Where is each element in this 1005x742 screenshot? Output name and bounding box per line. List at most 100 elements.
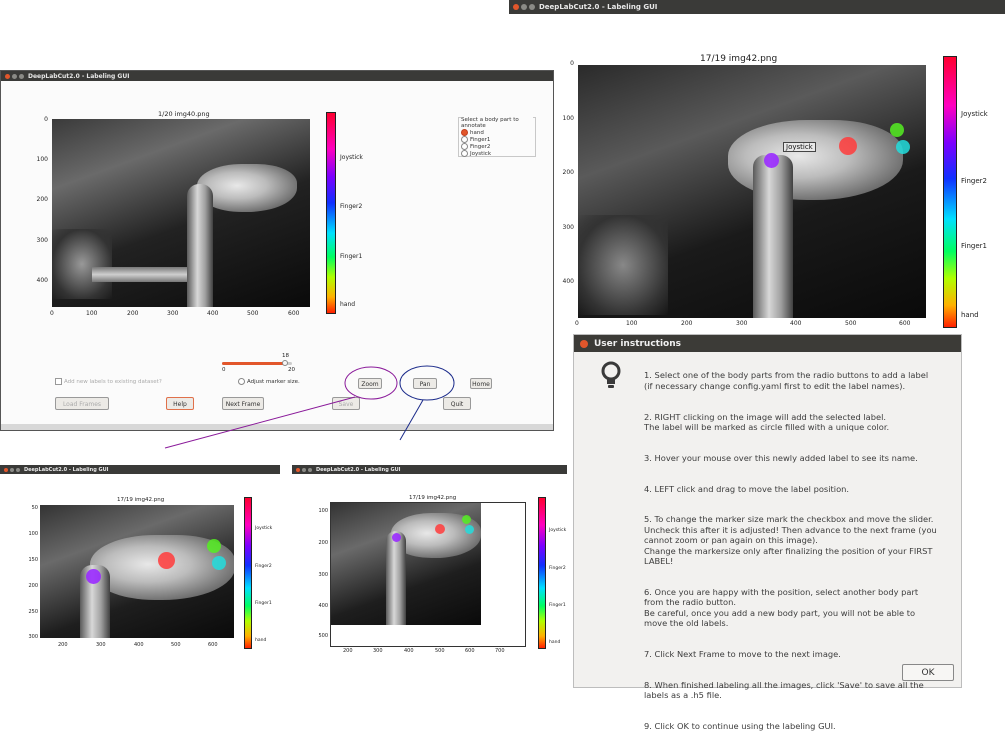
dialog-titlebar: User instructions — [574, 335, 961, 352]
instruction-item: 5. To change the marker size mark the ch… — [644, 514, 937, 567]
ytick: 100 — [28, 531, 38, 537]
close-icon[interactable] — [580, 339, 588, 348]
right-colorbar — [943, 56, 957, 328]
tooltip-joystick: Joystick — [783, 142, 816, 152]
xtick: 500 — [171, 642, 181, 648]
ytick: 300 — [318, 572, 328, 578]
marker-hand[interactable] — [158, 552, 175, 569]
xtick: 400 — [790, 320, 802, 327]
pan-plot-yticks: 100 200 300 400 500 — [314, 508, 328, 639]
close-icon[interactable] — [296, 467, 300, 472]
user-instructions-dialog: User instructions 1. Select one of the b… — [573, 334, 962, 731]
ytick: 400 — [562, 278, 574, 285]
marker-finger2[interactable] — [896, 140, 910, 154]
xtick: 300 — [96, 642, 106, 648]
colorbar-label-hand: hand — [961, 311, 979, 319]
xtick: 500 — [435, 648, 445, 654]
instructions-text: 1. Select one of the body parts from the… — [644, 360, 956, 742]
xtick: 200 — [343, 648, 353, 654]
xtick: 300 — [736, 320, 748, 327]
ytick: 200 — [28, 583, 38, 589]
right-plot-xticks: 0 100 200 300 400 500 600 — [573, 320, 933, 330]
marker-finger1[interactable] — [890, 123, 904, 137]
marker-hand[interactable] — [839, 137, 857, 155]
xtick: 600 — [465, 648, 475, 654]
ytick: 100 — [318, 508, 328, 514]
minimize-icon[interactable] — [10, 467, 14, 472]
colorbar-label-finger1: Finger1 — [549, 603, 566, 608]
xtick: 300 — [373, 648, 383, 654]
window-title: DeepLabCut2.0 - Labeling GUI — [316, 466, 401, 473]
maximize-icon[interactable] — [308, 467, 312, 472]
zoom-highlight-ellipse — [344, 366, 398, 400]
marker-finger1[interactable] — [462, 515, 471, 524]
instruction-item: 6. Once you are happy with the position,… — [644, 586, 919, 629]
ok-button[interactable]: OK — [902, 664, 954, 681]
zoom-plot-yticks: 50 100 150 200 250 300 — [22, 505, 38, 640]
ytick: 500 — [318, 633, 328, 639]
joystick-post — [386, 531, 406, 625]
colorbar-label-finger2: Finger2 — [961, 177, 987, 185]
ytick: 250 — [28, 609, 38, 615]
ytick: 300 — [28, 634, 38, 640]
zoom-colorbar — [244, 497, 252, 649]
top-window-titlebar: DeepLabCut2.0 - Labeling GUI — [509, 0, 1005, 14]
colorbar-label-hand: hand — [255, 638, 267, 643]
ytick: 200 — [318, 540, 328, 546]
zoom-plot-title: 17/19 img42.png — [117, 497, 165, 503]
xtick: 100 — [626, 320, 638, 327]
zoom-plot-xticks: 200 300 400 500 600 — [58, 642, 238, 650]
xtick: 0 — [575, 320, 579, 327]
marker-finger1[interactable] — [207, 539, 221, 553]
right-plot-yticks: 0 100 200 300 400 — [558, 60, 574, 300]
instruction-item: 2. RIGHT clicking on the image will add … — [644, 411, 890, 433]
background-mouse — [578, 215, 668, 315]
instruction-item: 7. Click Next Frame to move to the next … — [644, 648, 841, 659]
marker-finger2[interactable] — [212, 556, 226, 570]
maximize-icon[interactable] — [16, 467, 20, 472]
zoom-connector-line — [164, 396, 356, 449]
annotation-overlay — [164, 365, 455, 449]
marker-finger2[interactable] — [465, 525, 474, 534]
pan-colorbar — [538, 497, 546, 649]
pan-highlight-ellipse — [399, 365, 455, 401]
instruction-item: 3. Hover your mouse over this newly adde… — [644, 452, 918, 463]
xtick: 600 — [208, 642, 218, 648]
instruction-item: 1. Select one of the body parts from the… — [644, 370, 929, 391]
xtick: 200 — [681, 320, 693, 327]
ytick: 200 — [562, 169, 574, 176]
window-title: DeepLabCut2.0 - Labeling GUI — [24, 466, 109, 473]
marker-hand[interactable] — [435, 524, 445, 534]
lightbulb-icon — [601, 361, 621, 388]
marker-joystick[interactable] — [86, 569, 101, 584]
ytick: 300 — [562, 224, 574, 231]
pan-plot-title: 17/19 img42.png — [409, 495, 457, 501]
xtick: 700 — [495, 648, 505, 654]
marker-joystick[interactable] — [392, 533, 401, 542]
ytick: 100 — [562, 115, 574, 122]
zoom-window-titlebar: DeepLabCut2.0 - Labeling GUI — [0, 465, 280, 474]
minimize-icon[interactable] — [302, 467, 306, 472]
colorbar-label-joystick: Joystick — [961, 110, 988, 118]
right-plot-title: 17/19 img42.png — [700, 54, 778, 64]
zoom-plot-image[interactable] — [40, 505, 234, 638]
xtick: 400 — [134, 642, 144, 648]
ytick: 400 — [318, 603, 328, 609]
pan-plot-image[interactable] — [331, 503, 481, 625]
right-plot-image[interactable]: Joystick — [578, 65, 926, 318]
colorbar-label-joystick: Joystick — [255, 526, 273, 531]
xtick: 600 — [899, 320, 911, 327]
pan-plot-xticks: 200 300 400 500 600 700 — [343, 648, 528, 656]
ytick: 50 — [31, 505, 38, 511]
instruction-item: 4. LEFT click and drag to move the label… — [644, 483, 850, 494]
ytick: 0 — [570, 60, 574, 67]
marker-joystick[interactable] — [764, 153, 779, 168]
close-icon[interactable] — [4, 467, 8, 472]
pan-connector-line — [399, 399, 424, 441]
colorbar-label-finger1: Finger1 — [255, 601, 272, 606]
instruction-item: 9. Click OK to continue using the labeli… — [644, 720, 836, 731]
pan-window-titlebar: DeepLabCut2.0 - Labeling GUI — [292, 465, 567, 474]
colorbar-label-finger2: Finger2 — [549, 566, 566, 571]
ytick: 150 — [28, 557, 38, 563]
colorbar-label-hand: hand — [549, 640, 561, 645]
